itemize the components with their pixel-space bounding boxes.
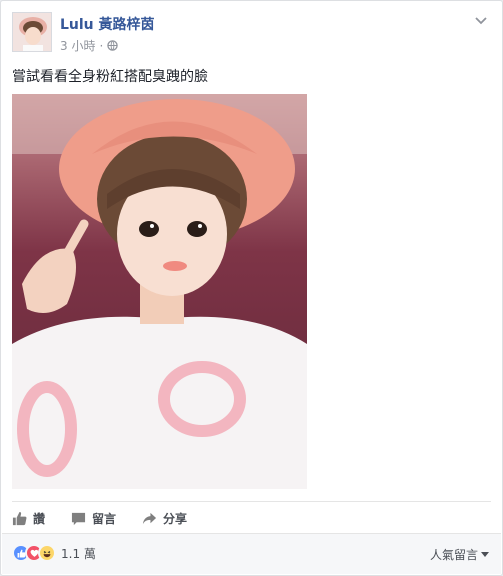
reactions-footer: 1.1 萬 人氣留言 <box>2 533 501 574</box>
reaction-count: 1.1 萬 <box>61 546 96 561</box>
post-time[interactable]: 3 小時 <box>60 37 95 54</box>
meta-separator: · <box>99 38 104 53</box>
post-text: 嘗試看看全身粉紅搭配臭跩的臉 <box>12 69 208 85</box>
like-button[interactable]: 讚 <box>12 506 45 530</box>
post-meta: 3 小時 · <box>60 37 119 54</box>
caret-down-icon <box>481 551 489 557</box>
post-photo[interactable] <box>12 94 307 489</box>
author-name[interactable]: Lulu 黃路梓茵 <box>60 14 155 34</box>
like-label: 讚 <box>33 511 46 526</box>
post-options-chevron-icon[interactable] <box>474 15 488 25</box>
reactions-summary[interactable]: 1.1 萬 <box>12 544 96 562</box>
author-avatar[interactable] <box>12 12 52 52</box>
avatar-image <box>13 13 51 51</box>
globe-icon[interactable] <box>107 40 119 51</box>
comment-label: 留言 <box>92 511 117 526</box>
haha-reaction-icon <box>38 544 56 562</box>
comment-button[interactable]: 留言 <box>71 506 116 530</box>
share-label: 分享 <box>163 511 188 526</box>
comment-sort-dropdown[interactable]: 人氣留言 <box>430 546 489 563</box>
post-actions: 讚 留言 分享 <box>12 506 213 530</box>
comment-sort-label: 人氣留言 <box>429 548 478 562</box>
thumbs-up-icon <box>12 511 27 525</box>
share-button[interactable]: 分享 <box>142 506 187 530</box>
post-card: Lulu 黃路梓茵 3 小時 · 嘗試看看全身粉紅搭配臭跩的臉 讚 留言 分享 … <box>0 0 503 576</box>
comment-icon <box>71 512 86 525</box>
actions-divider <box>12 501 491 502</box>
share-icon <box>142 512 157 524</box>
photo-image <box>12 94 307 489</box>
